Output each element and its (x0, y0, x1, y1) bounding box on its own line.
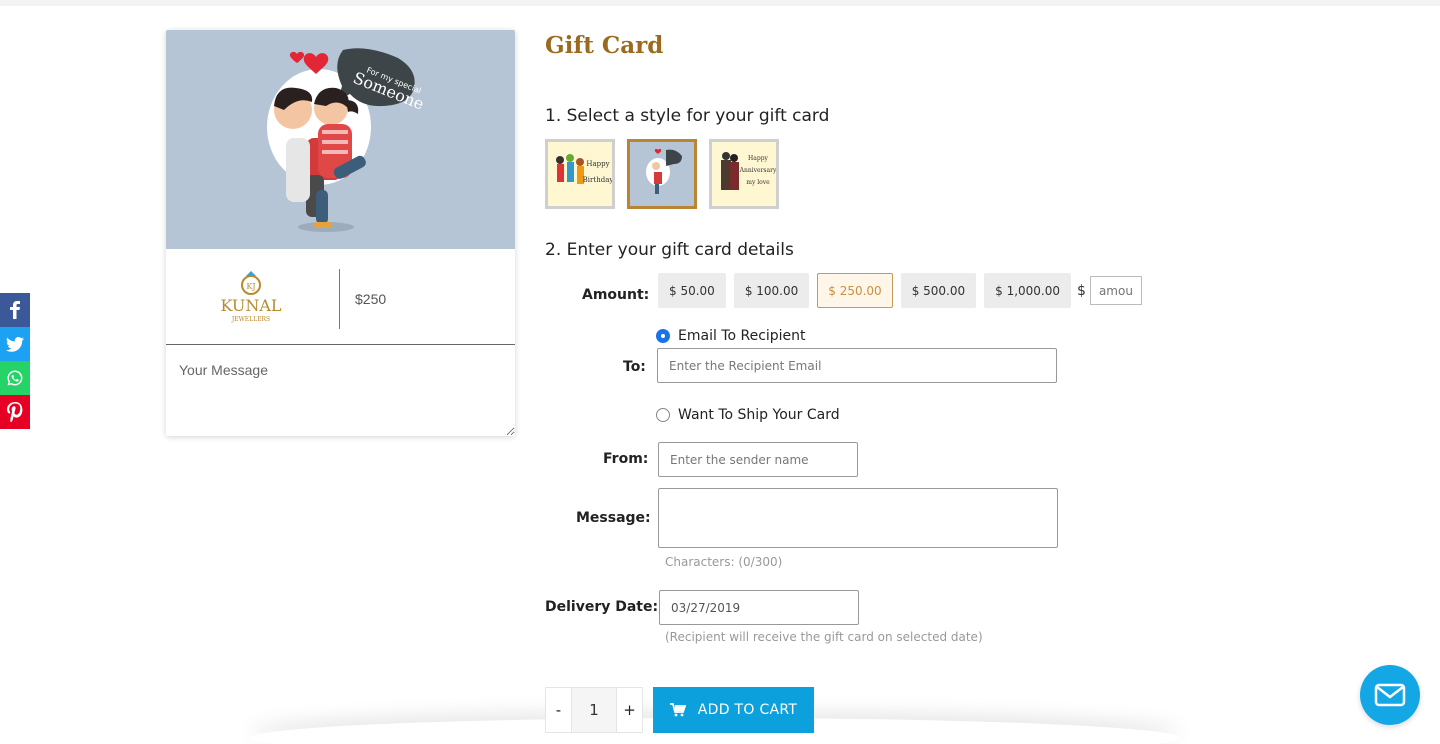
add-to-cart-label: ADD TO CART (697, 702, 798, 718)
currency-symbol: $ (1077, 282, 1086, 299)
style-thumb-someone[interactable] (627, 139, 697, 209)
quantity-value[interactable]: 1 (571, 688, 617, 732)
divider (339, 269, 340, 329)
ship-card-option[interactable]: Want To Ship Your Card (656, 407, 840, 423)
radio-checked-icon[interactable] (656, 329, 670, 343)
message-textarea[interactable] (658, 488, 1058, 548)
whatsapp-share-button[interactable] (0, 361, 30, 395)
svg-text:KJ: KJ (246, 282, 255, 291)
recipient-email-field[interactable]: Enter the Recipient Email (657, 348, 1057, 383)
birthday-thumbnail: Happy Birthday (548, 142, 612, 206)
svg-text:my love: my love (746, 179, 770, 186)
gift-card-artwork: For my special Someone (166, 30, 515, 249)
add-to-cart-button[interactable]: ADD TO CART (653, 687, 814, 733)
quantity-stepper: - 1 + (545, 687, 643, 733)
pinterest-icon (7, 402, 23, 422)
card-footer: KJ KUNAL JEWELLERS $250 (166, 249, 515, 345)
message-label: Message: (576, 510, 651, 526)
social-share-bar (0, 293, 30, 429)
ship-option-label: Want To Ship Your Card (678, 407, 840, 423)
from-label: From: (603, 451, 649, 467)
decrement-button[interactable]: - (546, 688, 571, 732)
step1-heading: 1. Select a style for your gift card (545, 106, 830, 126)
svg-text:Birthday: Birthday (583, 176, 612, 184)
pinterest-share-button[interactable] (0, 395, 30, 429)
radio-unchecked-icon[interactable] (656, 408, 670, 422)
preview-amount: $250 (355, 291, 387, 307)
anniversary-thumbnail: Happy Anniversary my love (712, 142, 776, 206)
amount-option-250[interactable]: $ 250.00 (817, 273, 893, 308)
mail-icon (1374, 683, 1406, 707)
facebook-icon (10, 301, 20, 319)
top-border (0, 0, 1440, 6)
style-thumb-anniversary[interactable]: Happy Anniversary my love (709, 139, 779, 209)
preview-message-input[interactable] (166, 346, 515, 436)
to-label: To: (623, 359, 646, 375)
email-recipient-option[interactable]: Email To Recipient (656, 328, 806, 344)
step2-heading: 2. Enter your gift card details (545, 240, 794, 260)
contact-mail-button[interactable] (1360, 665, 1420, 725)
facebook-share-button[interactable] (0, 293, 30, 327)
twitter-share-button[interactable] (0, 327, 30, 361)
amount-label: Amount: (582, 287, 650, 303)
svg-text:Happy: Happy (586, 160, 609, 168)
email-option-label: Email To Recipient (678, 328, 806, 344)
someone-thumbnail (630, 142, 694, 206)
svg-text:Anniversary: Anniversary (739, 167, 776, 174)
increment-button[interactable]: + (617, 688, 642, 732)
gift-card-preview: For my special Someone KJ KUNAL JEWELLER… (166, 30, 515, 436)
amount-option-50[interactable]: $ 50.00 (658, 273, 726, 308)
twitter-icon (6, 336, 24, 352)
sender-name-field[interactable]: Enter the sender name (658, 442, 858, 477)
amount-option-100[interactable]: $ 100.00 (733, 273, 810, 308)
delivery-date-field[interactable]: 03/27/2019 (659, 590, 859, 625)
delivery-date-hint: (Recipient will receive the gift card on… (665, 630, 983, 644)
logo-sub: JEWELLERS (231, 316, 270, 323)
style-thumb-birthday[interactable]: Happy Birthday (545, 139, 615, 209)
amount-options: $ 50.00 $ 100.00 $ 250.00 $ 500.00 $ 1,0… (658, 273, 1142, 308)
couple-illustration: For my special Someone (267, 48, 427, 232)
svg-text:Happy: Happy (748, 155, 768, 162)
page-title: Gift Card (545, 32, 664, 59)
style-selector: Happy Birthday Happy Anniversary my love (545, 139, 779, 209)
delivery-date-label: Delivery Date: (545, 599, 659, 615)
custom-amount-input[interactable] (1089, 276, 1142, 305)
char-count: Characters: (0/300) (665, 555, 783, 569)
cart-icon (669, 703, 686, 717)
whatsapp-icon (7, 370, 23, 386)
kunal-jewellers-logo: KJ KUNAL JEWELLERS (216, 271, 286, 327)
logo-name: KUNAL (220, 296, 281, 315)
amount-option-1000[interactable]: $ 1,000.00 (984, 273, 1072, 308)
amount-option-500[interactable]: $ 500.00 (900, 273, 977, 308)
